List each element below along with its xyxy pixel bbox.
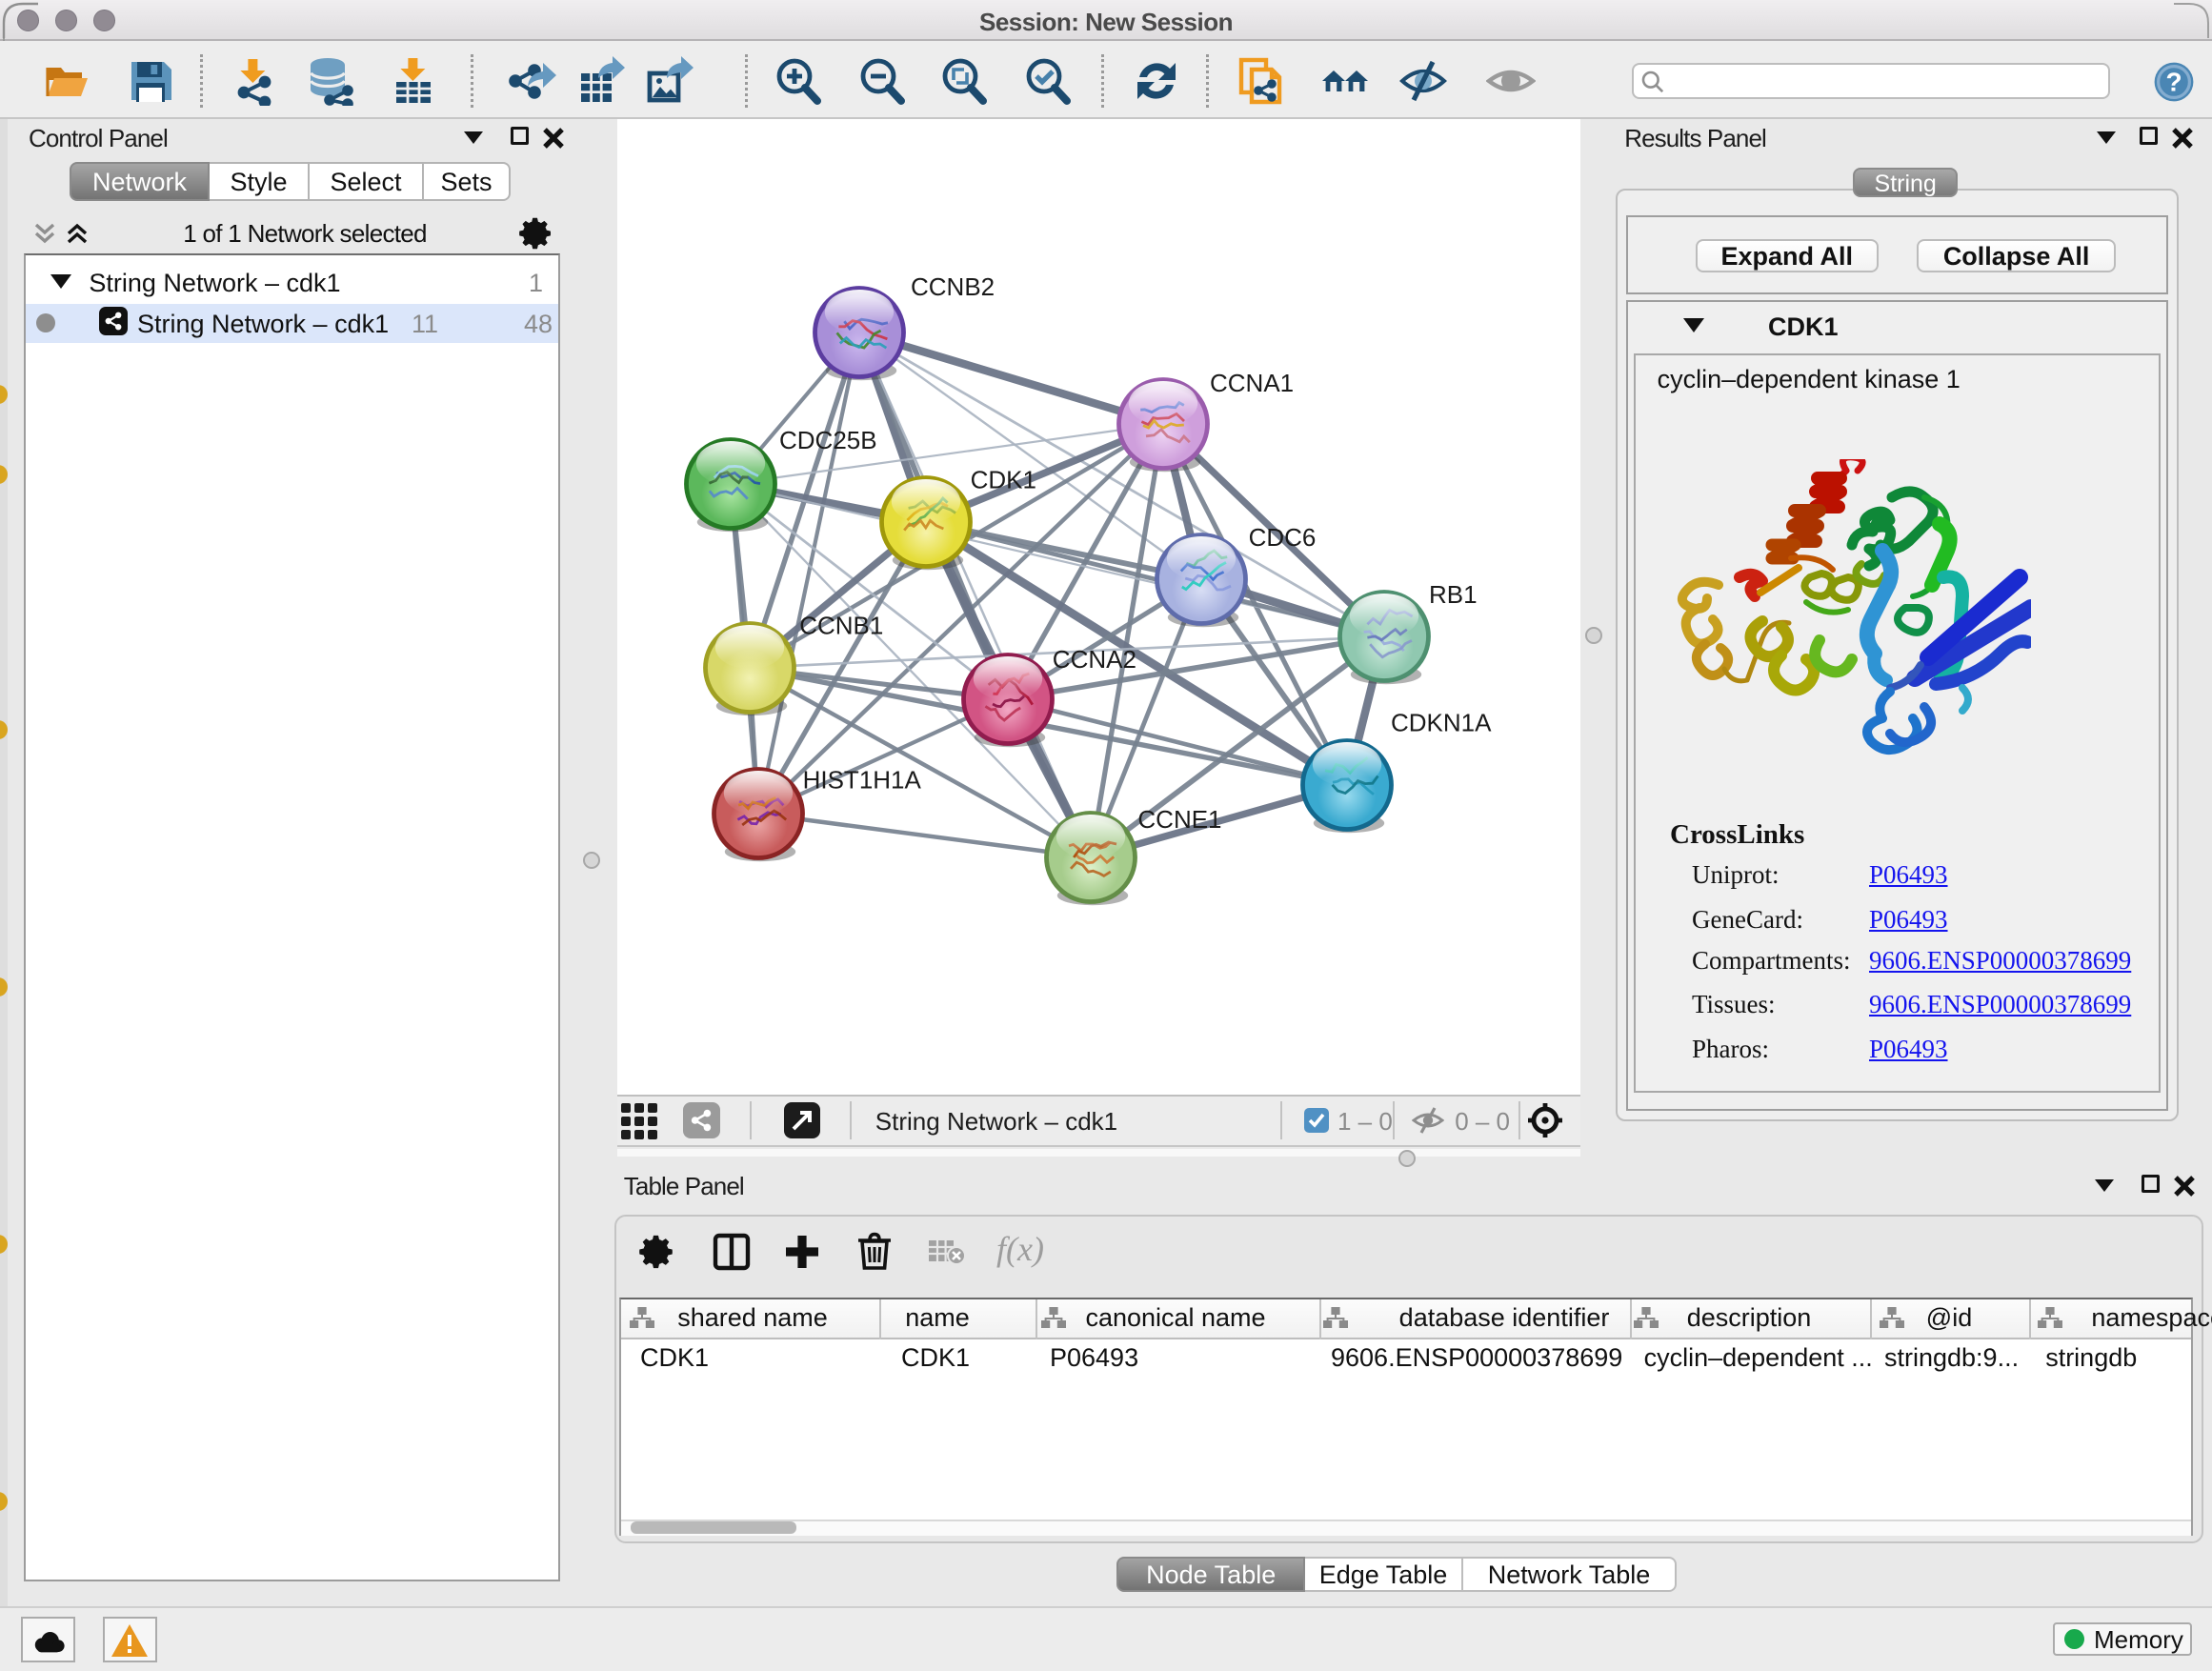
svg-text:CDKN1A: CDKN1A bbox=[1391, 709, 1492, 737]
svg-text:CDC6: CDC6 bbox=[1249, 523, 1317, 552]
svg-text:CCNA2: CCNA2 bbox=[1053, 645, 1136, 674]
svg-text:CCNB1: CCNB1 bbox=[799, 612, 883, 640]
svg-text:?: ? bbox=[2165, 68, 2182, 97]
svg-text:CDK1: CDK1 bbox=[971, 466, 1036, 494]
svg-text:HIST1H1A: HIST1H1A bbox=[803, 765, 922, 794]
svg-text:CCNE1: CCNE1 bbox=[1137, 805, 1221, 834]
svg-text:RB1: RB1 bbox=[1429, 580, 1478, 609]
svg-text:CDC25B: CDC25B bbox=[779, 426, 877, 454]
svg-text:CCNA1: CCNA1 bbox=[1210, 369, 1294, 397]
svg-text:CCNB2: CCNB2 bbox=[911, 272, 995, 301]
